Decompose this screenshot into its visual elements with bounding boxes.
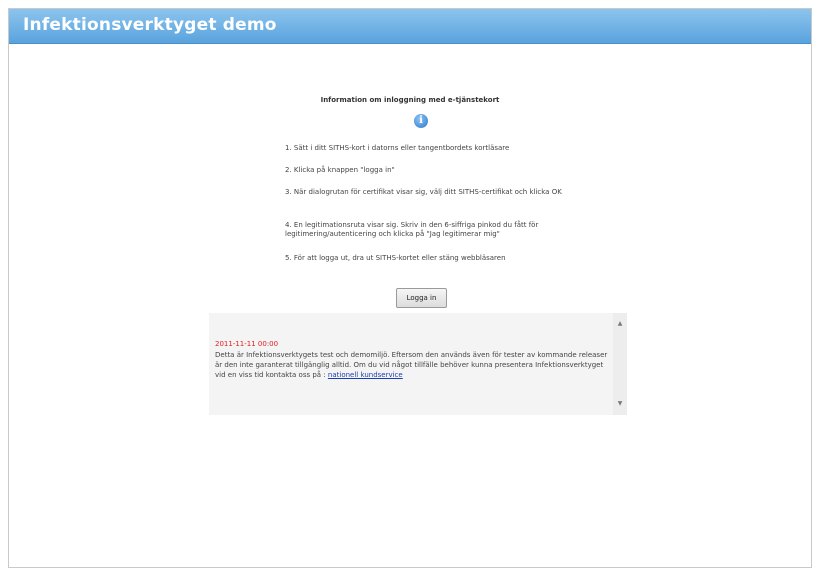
main-content: Information om inloggning med e-tjänstek… bbox=[9, 44, 811, 567]
news-panel: 2011-11-11 00:00 Detta är Infektionsverk… bbox=[209, 313, 627, 415]
header-bar: Infektionsverktyget demo bbox=[9, 9, 811, 44]
news-scrollbar[interactable]: ▲ ▼ bbox=[613, 313, 627, 415]
info-icon: i bbox=[414, 114, 428, 128]
news-text: Detta är Infektionsverktygets test och d… bbox=[215, 351, 608, 379]
login-info-title: Information om inloggning med e-tjänstek… bbox=[320, 96, 500, 104]
scroll-up-icon[interactable]: ▲ bbox=[615, 319, 625, 329]
app-window: Infektionsverktyget demo Information om … bbox=[8, 8, 812, 568]
news-text-block: Detta är Infektionsverktygets test och d… bbox=[215, 350, 615, 380]
login-step-4: 4. En legitimationsruta visar sig. Skriv… bbox=[285, 221, 539, 238]
login-step-1: 1. Sätt i ditt SITHS-kort i datorns elle… bbox=[285, 144, 510, 152]
scroll-down-icon[interactable]: ▼ bbox=[615, 399, 625, 409]
login-button[interactable]: Logga in bbox=[396, 288, 447, 308]
app-title: Infektionsverktyget demo bbox=[23, 15, 277, 35]
customer-service-link[interactable]: nationell kundservice bbox=[328, 371, 403, 379]
login-step-3: 3. När dialogrutan för certifikat visar … bbox=[285, 188, 562, 196]
login-step-5: 5. För att logga ut, dra ut SITHS-kortet… bbox=[285, 254, 506, 262]
login-step-2: 2. Klicka på knappen "logga in" bbox=[285, 166, 395, 174]
news-date: 2011-11-11 00:00 bbox=[215, 340, 279, 348]
